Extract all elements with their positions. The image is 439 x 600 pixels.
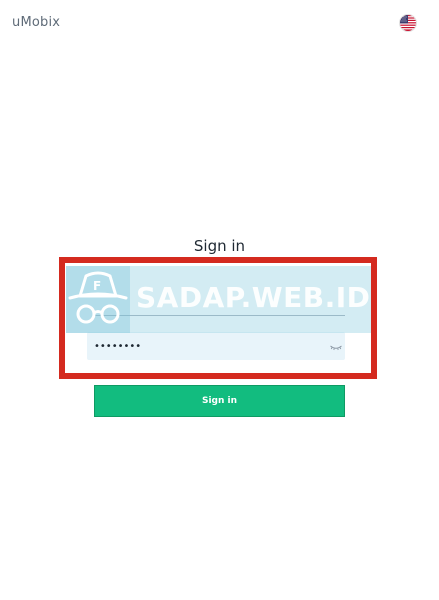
page-title: Sign in	[193, 237, 246, 255]
brand-logo[interactable]: uMobix	[12, 15, 60, 30]
login-page: uMobix Sign in •••••••• F SADAP.WEB.ID S…	[0, 0, 439, 600]
us-flag-icon[interactable]	[400, 15, 416, 31]
sign-in-button[interactable]: Sign in	[94, 385, 345, 417]
email-field[interactable]	[94, 286, 345, 316]
eye-closed-icon[interactable]	[329, 339, 343, 353]
highlight-frame	[59, 257, 377, 379]
password-field[interactable]	[87, 332, 317, 360]
password-field-wrapper	[87, 332, 345, 360]
